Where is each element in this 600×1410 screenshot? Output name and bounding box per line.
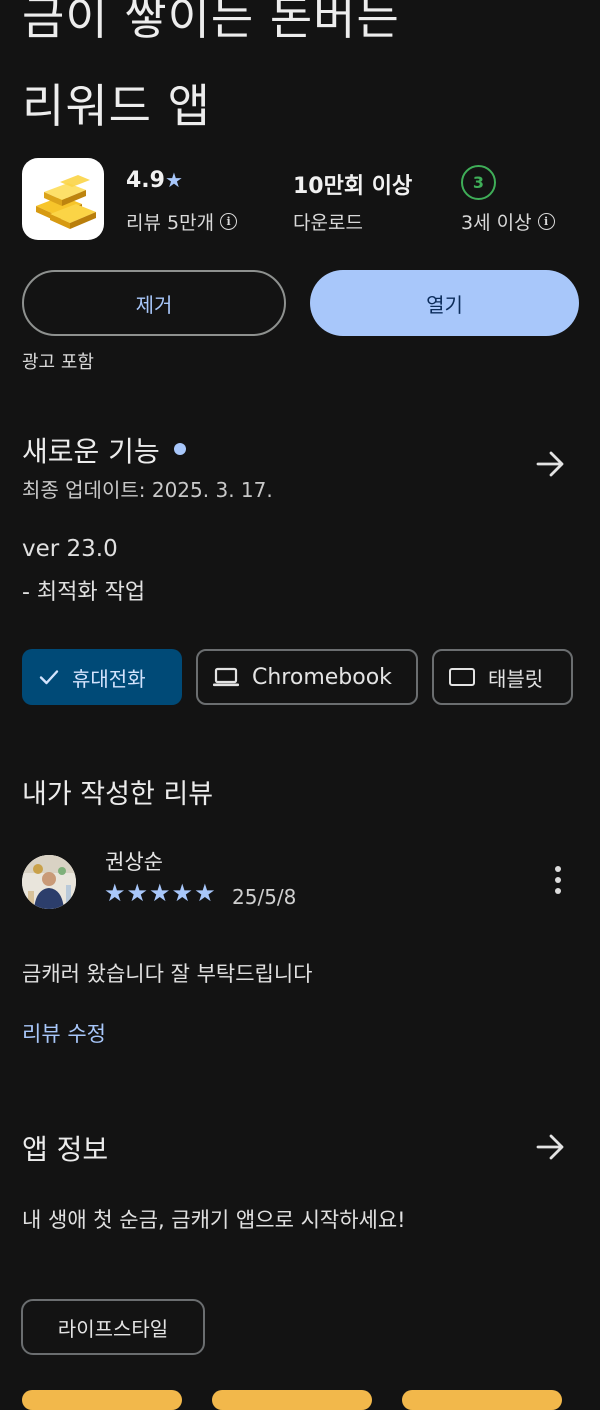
downloads-value: 10만회 이상	[293, 174, 413, 199]
chip-phone[interactable]: 휴대전화	[22, 649, 182, 705]
app-title-line-1: 금이 쌓이는 돈버는	[22, 0, 400, 45]
gold-bars-icon	[36, 175, 96, 229]
age-rating-label: 3세 이상	[461, 212, 532, 234]
chip-tablet[interactable]: 태블릿	[432, 649, 573, 705]
info-icon: i	[220, 213, 238, 230]
star-icon: ★	[164, 168, 183, 192]
app-icon	[22, 158, 104, 240]
star-icon: ★	[171, 879, 194, 907]
screenshot-thumbnail[interactable]	[402, 1390, 562, 1410]
whats-new-heading-label: 새로운 기능	[22, 435, 160, 468]
last-updated: 최종 업데이트: 2025. 3. 17.	[22, 478, 273, 502]
chip-phone-label: 휴대전화	[72, 666, 146, 691]
tablet-icon	[449, 668, 475, 686]
info-icon: i	[537, 213, 555, 230]
check-icon	[39, 670, 59, 685]
release-note: - 최적화 작업	[22, 580, 146, 605]
rating-number: 4.9	[126, 168, 165, 193]
app-description: 내 생애 첫 순금, 금캐기 앱으로 시작하세요!	[22, 1208, 406, 1232]
uninstall-button-label: 제거	[135, 292, 173, 317]
chip-chromebook[interactable]: Chromebook	[196, 649, 418, 705]
ads-notice: 광고 포함	[22, 352, 94, 373]
screenshot-thumbnail[interactable]	[22, 1390, 182, 1410]
arrow-right-icon[interactable]	[536, 1132, 566, 1162]
category-chip[interactable]: 라이프스타일	[21, 1299, 205, 1355]
review-text: 금캐러 왔습니다 잘 부탁드립니다	[22, 962, 313, 986]
review-date: 25/5/8	[232, 885, 297, 909]
open-button[interactable]: 열기	[310, 270, 579, 336]
whats-new-heading[interactable]: 새로운 기능	[22, 430, 186, 470]
edit-review-link[interactable]: 리뷰 수정	[22, 1018, 106, 1048]
avatar	[22, 855, 76, 909]
chip-chromebook-label: Chromebook	[252, 664, 392, 690]
star-icon: ★	[149, 879, 171, 907]
open-button-label: 열기	[426, 292, 463, 317]
uninstall-button[interactable]: 제거	[22, 270, 286, 336]
screenshot-thumbnail[interactable]	[212, 1390, 372, 1410]
review-rating-stars: ★ ★ ★ ★ ★	[104, 879, 216, 907]
reviews-count-label: 리뷰 5만개	[126, 212, 215, 234]
app-title-line-2: 리워드 앱	[22, 79, 211, 133]
new-indicator-dot	[173, 443, 186, 455]
star-icon: ★	[104, 879, 126, 907]
category-chip-label: 라이프스타일	[57, 1316, 169, 1341]
version-text: ver 23.0	[22, 536, 118, 562]
my-review-heading: 내가 작성한 리뷰	[22, 779, 214, 810]
age-rating-badge: 3	[461, 165, 496, 200]
chip-tablet-label: 태블릿	[488, 666, 544, 691]
downloads-label: 다운로드	[293, 212, 363, 234]
reviewer-name: 권상순	[105, 850, 163, 874]
rating-value: 4.9★	[126, 168, 183, 193]
reviews-count[interactable]: 리뷰 5만개 i	[126, 208, 238, 235]
age-rating[interactable]: 3세 이상 i	[461, 208, 555, 235]
star-icon: ★	[126, 879, 149, 907]
about-heading[interactable]: 앱 정보	[22, 1128, 108, 1168]
laptop-icon	[213, 667, 239, 687]
star-icon: ★	[194, 879, 216, 907]
arrow-right-icon[interactable]	[536, 449, 566, 479]
more-options-icon[interactable]	[548, 866, 568, 900]
